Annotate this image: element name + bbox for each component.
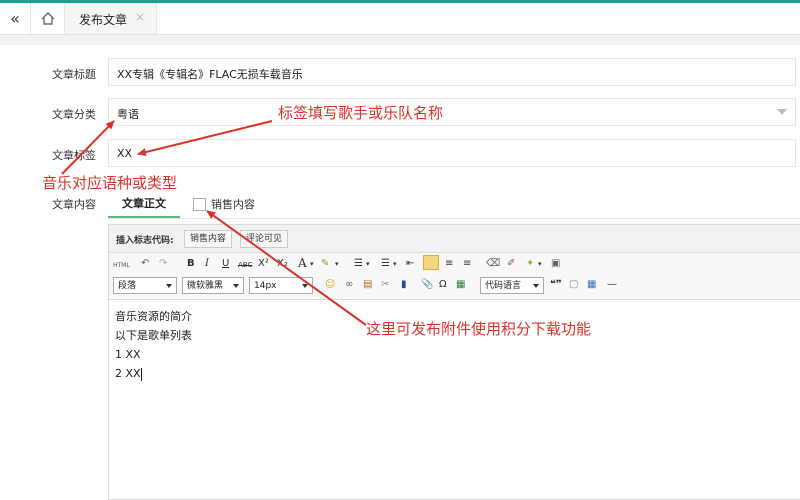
arrow-to-sale-content [206, 210, 367, 326]
arrow-to-category [61, 120, 115, 175]
attachment-hint-annotation: 这里可发布附件使用积分下载功能 [366, 320, 592, 338]
annotation-arrows [61, 120, 367, 326]
tag-hint-annotation: 标签填写歌手或乐队名称 [278, 104, 444, 122]
category-hint-annotation: 音乐对应语种或类型 [42, 174, 178, 192]
arrow-to-tags [137, 120, 273, 156]
